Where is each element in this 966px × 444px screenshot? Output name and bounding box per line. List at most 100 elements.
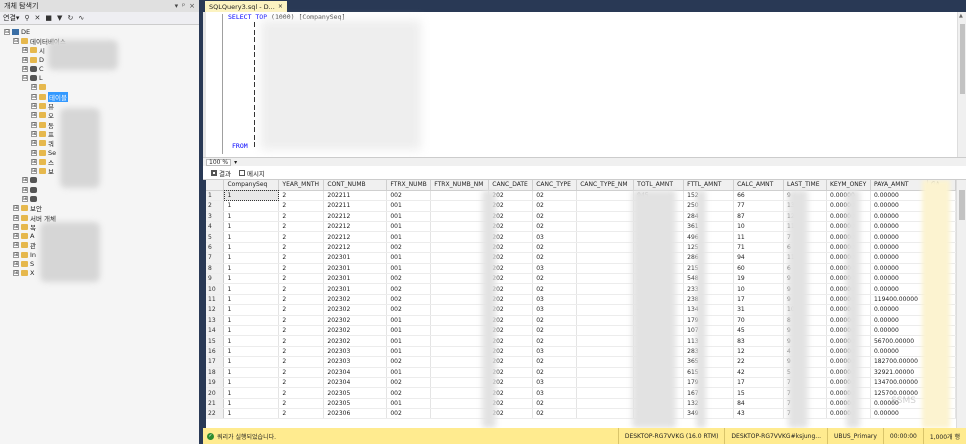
table-row[interactable]: 2012202305002202032011671570.00000125700… [206, 387, 956, 399]
table-cell[interactable]: 179 [683, 315, 735, 326]
table-cell[interactable] [430, 346, 490, 358]
table-cell[interactable]: 233 [683, 283, 735, 295]
table-cell[interactable]: 42 [733, 367, 785, 378]
table-cell[interactable]: 2 [278, 367, 325, 378]
table-cell[interactable] [430, 387, 490, 399]
table-cell[interactable]: 03 [532, 346, 578, 358]
table-row[interactable]: 1512202302001202021191138390.0000056700.… [206, 335, 956, 347]
table-cell[interactable]: 496 [683, 231, 735, 243]
table-cell[interactable] [576, 377, 635, 389]
table-cell[interactable] [576, 211, 635, 223]
table-cell[interactable]: 1 [223, 367, 280, 378]
table-cell[interactable]: 202305 [323, 387, 388, 399]
table-cell[interactable] [430, 190, 490, 202]
table-cell[interactable]: 0.00000 [870, 190, 928, 202]
expand-icon[interactable]: ⊞ [13, 261, 19, 268]
table-cell[interactable] [430, 335, 490, 347]
table-cell[interactable] [576, 408, 635, 420]
expand-icon[interactable]: ⊞ [31, 168, 37, 175]
connect-icon[interactable]: ⚲ [24, 14, 29, 22]
table-row[interactable]: 1312202302001202021191797080.000000.0000… [206, 315, 956, 326]
editor-scrollbar[interactable]: ▲ [957, 12, 966, 157]
table-cell[interactable] [430, 356, 490, 368]
table-row[interactable]: 12122023020022020348213431100.000000.000… [206, 304, 956, 316]
table-row[interactable]: 2122022110012020211925077130.000000.0000… [206, 200, 956, 212]
table-cell[interactable] [576, 315, 635, 326]
table-cell[interactable]: 2 [278, 231, 325, 243]
table-cell[interactable] [576, 367, 635, 378]
expand-icon[interactable]: ⊞ [22, 186, 28, 193]
zoom-dropdown-icon[interactable]: ▾ [234, 159, 237, 166]
expand-icon[interactable]: ⊞ [31, 140, 37, 147]
table-cell[interactable]: 03 [532, 294, 578, 306]
table-cell[interactable]: 1 [223, 315, 280, 326]
table-cell[interactable]: 0.00000 [870, 283, 928, 295]
table-cell[interactable]: 119400.00000 [870, 294, 928, 306]
table-row[interactable]: 812202301001202031722156060.000000.00000 [206, 263, 956, 275]
table-cell[interactable]: 202303 [323, 346, 388, 358]
table-row[interactable]: 7122023010012020214328694110.000000.0000… [206, 252, 956, 264]
table-cell[interactable]: 202304 [323, 367, 388, 378]
table-cell[interactable] [576, 263, 635, 275]
disconnect-icon[interactable]: ✕ [35, 14, 41, 22]
table-row[interactable]: 2212202306002202028193494370.000000.0000… [206, 408, 956, 420]
table-cell[interactable] [576, 252, 635, 264]
table-cell[interactable]: 286 [683, 252, 735, 264]
expand-icon[interactable]: ⊞ [31, 103, 37, 110]
table-cell[interactable]: 202306 [323, 408, 388, 420]
table-cell[interactable] [576, 283, 635, 295]
table-row[interactable]: 912202301002202022805481990.000000.00000 [206, 273, 956, 285]
dropdown-icon[interactable]: ▾ [175, 2, 179, 10]
table-cell[interactable]: 361 [683, 221, 735, 233]
tab-close-icon[interactable]: × [278, 3, 283, 10]
refresh-icon[interactable]: ↻ [67, 14, 73, 22]
table-cell[interactable]: 2 [278, 200, 325, 212]
table-cell[interactable]: 0.00000 [870, 200, 928, 212]
table-cell[interactable]: 1 [223, 377, 280, 389]
table-cell[interactable]: 107 [683, 325, 735, 337]
table-cell[interactable]: 202211 [323, 200, 388, 212]
column-header[interactable]: FTRX_NUMB_NM [430, 180, 490, 191]
table-cell[interactable]: 02 [532, 335, 578, 347]
table-cell[interactable]: 10 [733, 283, 785, 295]
table-cell[interactable]: 32921.00000 [870, 367, 928, 378]
table-cell[interactable]: 2 [278, 221, 325, 233]
collapse-icon[interactable]: ⊟ [13, 37, 19, 44]
table-row[interactable]: 1912202304002202032151791770.00000134700… [206, 377, 956, 389]
expand-icon[interactable]: ⊞ [13, 270, 19, 277]
table-cell[interactable]: 02 [532, 242, 578, 254]
close-icon[interactable]: × [189, 2, 195, 10]
table-cell[interactable]: 0.00000 [870, 408, 928, 420]
table-cell[interactable]: 1 [223, 200, 280, 212]
table-cell[interactable]: 0.00000 [870, 273, 928, 285]
table-cell[interactable]: 2 [278, 283, 325, 295]
table-cell[interactable]: 1 [223, 283, 280, 295]
tree-node[interactable]: ⊞ 서버 개체 [0, 213, 199, 223]
table-cell[interactable]: 45 [733, 325, 785, 337]
table-cell[interactable]: 0.00000 [870, 211, 928, 223]
table-cell[interactable] [576, 231, 635, 243]
table-row[interactable]: 4122022120012020215736110110.000000.0000… [206, 221, 956, 233]
table-cell[interactable]: 02 [532, 211, 578, 223]
expand-icon[interactable]: ⊞ [22, 47, 28, 54]
table-cell[interactable]: 202212 [323, 211, 388, 223]
table-cell[interactable]: 71 [733, 242, 785, 254]
column-header[interactable]: LAST_TIME [783, 180, 827, 191]
table-cell[interactable]: 002 [386, 377, 432, 389]
table-cell[interactable]: 1 [223, 273, 280, 285]
table-cell[interactable]: 0.00000 [870, 221, 928, 233]
table-cell[interactable]: 349 [683, 408, 735, 420]
table-cell[interactable]: 03 [532, 263, 578, 275]
table-cell[interactable]: 001 [386, 231, 432, 243]
table-row[interactable]: 112202211002202029451526690.000000.00000 [206, 190, 956, 202]
results-grid[interactable]: CompanySeq YEAR_MNTH CONT_NUMB FTRX_NUMB FTR… [206, 180, 956, 428]
table-cell[interactable]: 202212 [323, 221, 388, 233]
table-cell[interactable]: 94 [733, 252, 785, 264]
table-cell[interactable]: 001 [386, 346, 432, 358]
table-cell[interactable] [430, 367, 490, 378]
table-cell[interactable]: 202212 [323, 231, 388, 243]
table-cell[interactable]: 182700.00000 [870, 356, 928, 368]
table-row[interactable]: 1112202302002202032342381790.00000119400… [206, 294, 956, 306]
sql-editor[interactable]: SELECT TOP (1000) [CompanySeq] FROM ▲ [203, 12, 966, 157]
table-cell[interactable]: 02 [532, 273, 578, 285]
